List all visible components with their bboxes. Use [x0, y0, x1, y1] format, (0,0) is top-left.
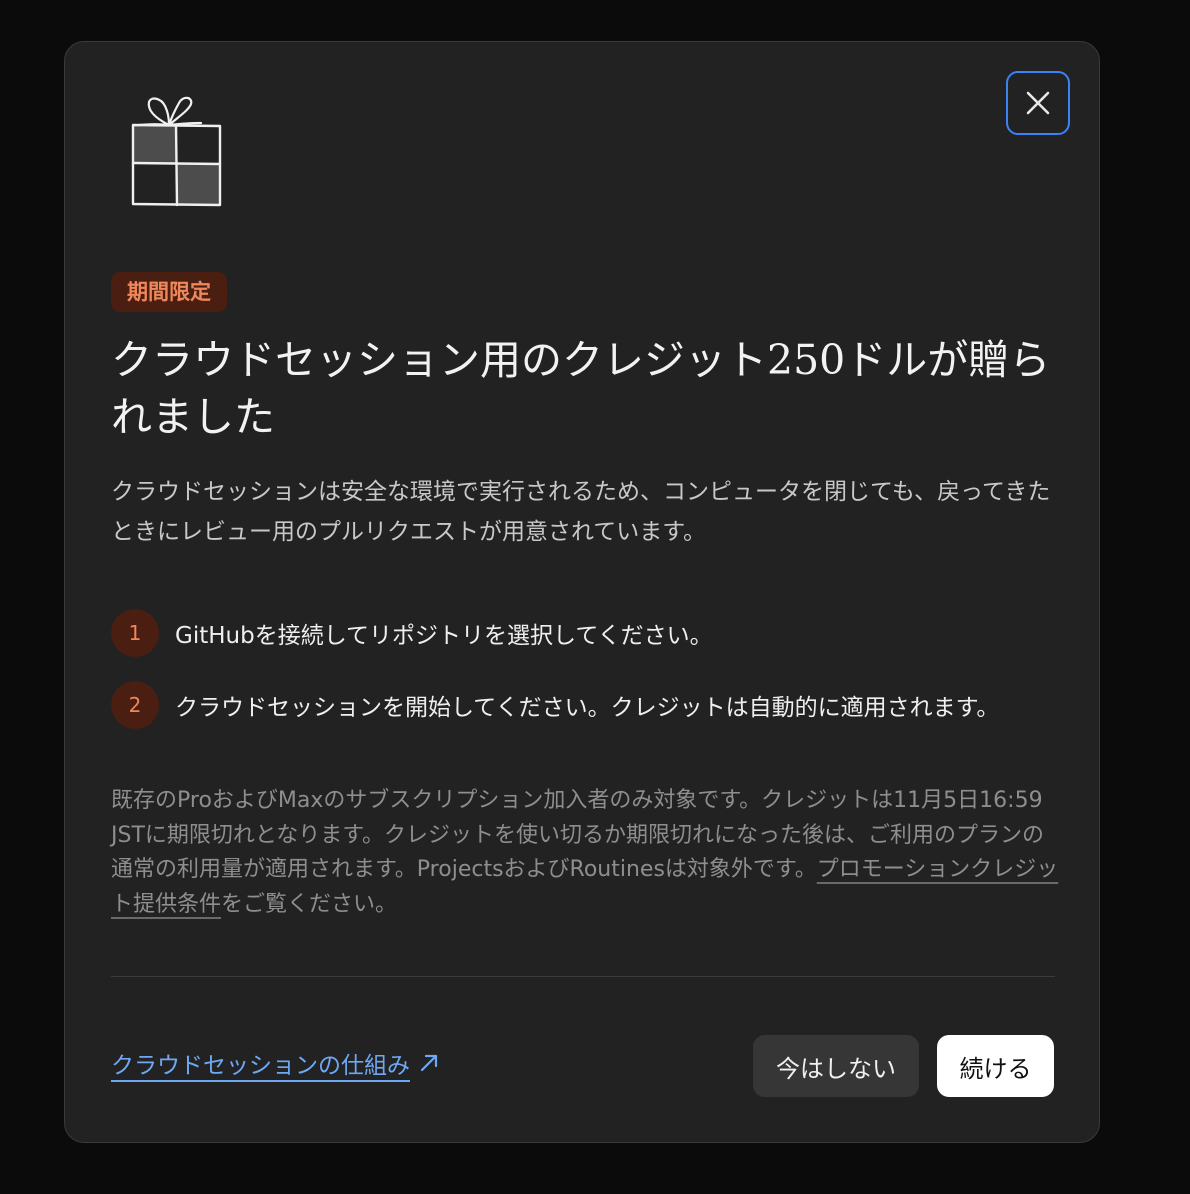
not-now-button[interactable]: 今はしない	[753, 1035, 919, 1097]
arrow-up-right-icon	[418, 1052, 440, 1074]
continue-button[interactable]: 続ける	[937, 1035, 1054, 1097]
step-item: 2 クラウドセッションを開始してください。クレジットは自動的に適用されます。	[111, 681, 999, 729]
promo-dialog: 期間限定 クラウドセッション用のクレジット250ドルが贈られました クラウドセッ…	[64, 41, 1100, 1143]
dialog-description: クラウドセッションは安全な環境で実行されるため、コンピュータを閉じても、戻ってき…	[111, 479, 1051, 545]
step-number: 2	[111, 681, 159, 729]
step-item: 1 GitHubを接続してリポジトリを選択してください。	[111, 609, 713, 657]
step-text: クラウドセッションを開始してください。クレジットは自動的に適用されます。	[175, 695, 1000, 721]
learn-more-link[interactable]: クラウドセッションの仕組み	[111, 1046, 440, 1080]
fine-print-suffix: をご覧ください。	[221, 891, 398, 917]
gift-icon	[131, 96, 222, 207]
step-text: GitHubを接続してリポジトリを選択してください。	[175, 623, 713, 649]
limited-time-badge: 期間限定	[111, 272, 227, 312]
fine-print: 既存のProおよびMaxのサブスクリプション加入者のみ対象です。クレジットは11…	[111, 784, 1061, 922]
close-button[interactable]	[1006, 71, 1070, 135]
dialog-title: クラウドセッション用のクレジット250ドルが贈られました	[111, 336, 1051, 441]
close-icon	[1026, 91, 1050, 115]
learn-more-label: クラウドセッションの仕組み	[111, 1053, 410, 1079]
divider	[111, 976, 1055, 977]
step-number: 1	[111, 609, 159, 657]
